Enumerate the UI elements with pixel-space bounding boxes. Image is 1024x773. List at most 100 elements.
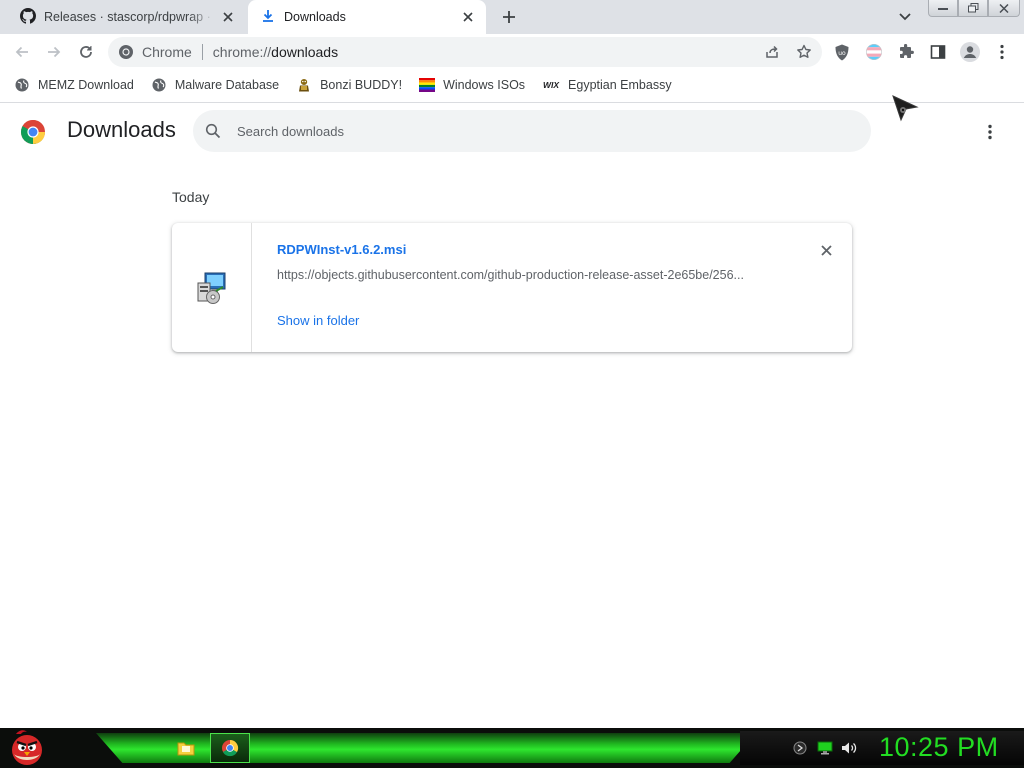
- taskbar: 10:25 PM: [0, 728, 1024, 768]
- url-host: downloads: [271, 44, 339, 60]
- tab-strip: Releases · stascorp/rdpwrap · GitHub Dow…: [0, 0, 1024, 34]
- svg-text:uo: uo: [838, 50, 846, 57]
- arrow-left-icon: [15, 46, 28, 58]
- taskbar-chrome[interactable]: [210, 733, 250, 763]
- bookmark-star-button[interactable]: [792, 40, 816, 64]
- ublock-extension[interactable]: uo: [830, 40, 854, 64]
- bonzi-icon: [296, 77, 312, 93]
- download-item: RDPWInst-v1.6.2.msi https://objects.gith…: [172, 223, 852, 352]
- share-button[interactable]: [760, 40, 784, 64]
- bookmark-label: Malware Database: [174, 78, 280, 92]
- close-tab-icon[interactable]: [454, 3, 482, 31]
- download-file-name-link[interactable]: RDPWInst-v1.6.2.msi: [277, 242, 406, 257]
- start-button[interactable]: [6, 728, 48, 768]
- tab-downloads[interactable]: Downloads: [248, 0, 486, 34]
- plus-icon: [503, 11, 515, 23]
- bookmark-bonzi-buddy[interactable]: Bonzi BUDDY!: [296, 73, 402, 97]
- more-vert-icon: [1000, 44, 1004, 60]
- mouse-cursor: [891, 94, 919, 122]
- download-source-url[interactable]: https://objects.githubusercontent.com/gi…: [277, 268, 773, 282]
- minimize-button[interactable]: [928, 0, 958, 17]
- downloads-header: Downloads: [0, 103, 1024, 159]
- tray-app-icon[interactable]: [790, 738, 810, 758]
- globe-icon: [151, 77, 167, 93]
- file-icon-area[interactable]: [172, 223, 252, 352]
- chrome-menu-button[interactable]: [990, 40, 1014, 64]
- bookmark-label: Windows ISOs: [443, 78, 526, 92]
- back-button[interactable]: [8, 38, 36, 66]
- pride-extension[interactable]: [862, 40, 886, 64]
- chevron-down-icon: [899, 13, 911, 21]
- tab-github-releases[interactable]: Releases · stascorp/rdpwrap · GitHub: [8, 0, 246, 34]
- share-icon: [766, 45, 778, 58]
- bookmark-memz-download[interactable]: MEMZ Download: [14, 73, 134, 97]
- site-label: Chrome: [142, 44, 192, 60]
- bookmarks-bar: MEMZ Download Malware Database Bonzi BUD…: [0, 70, 1024, 100]
- tray-circle-icon: [793, 741, 807, 755]
- close-tab-icon[interactable]: [214, 3, 242, 31]
- taskbar-file-explorer[interactable]: [166, 733, 206, 763]
- bookmark-windows-isos[interactable]: Windows ISOs: [419, 73, 525, 97]
- site-info[interactable]: Chrome: [118, 44, 192, 60]
- network-icon: [817, 741, 833, 755]
- extensions-button[interactable]: [894, 40, 918, 64]
- volume-icon: [842, 742, 857, 754]
- url-text[interactable]: chrome://downloads: [213, 44, 338, 60]
- ublock-shield-icon: uo: [835, 44, 849, 60]
- close-window-button[interactable]: [988, 0, 1020, 17]
- minimize-icon: [938, 8, 948, 10]
- angry-bird-start-icon: [12, 730, 42, 765]
- omnibox-divider: [201, 44, 203, 60]
- reload-button[interactable]: [72, 38, 100, 66]
- bookmark-egyptian-embassy[interactable]: WIX Egyptian Embassy: [542, 73, 672, 97]
- remove-download-button[interactable]: [814, 238, 838, 262]
- browser-toolbar: Chrome chrome://downloads uo: [0, 34, 1024, 70]
- forward-button[interactable]: [40, 38, 68, 66]
- msi-installer-icon: [197, 272, 225, 304]
- file-explorer-icon: [177, 742, 195, 756]
- taskbar-clock[interactable]: 10:25 PM: [879, 732, 999, 763]
- restore-icon: [967, 3, 978, 13]
- chrome-logo-icon: [20, 119, 46, 145]
- show-in-folder-link[interactable]: Show in folder: [277, 313, 359, 328]
- page-title: Downloads: [67, 117, 176, 142]
- windows-flag-icon: [419, 77, 436, 93]
- avatar-icon: [960, 42, 980, 62]
- reload-icon: [80, 46, 92, 58]
- arrow-right-icon: [48, 46, 61, 58]
- window-controls: [928, 0, 1020, 18]
- globe-icon: [14, 77, 30, 93]
- chrome-icon: [119, 45, 133, 59]
- tray-network[interactable]: [815, 738, 835, 758]
- close-icon: [999, 3, 1009, 13]
- download-icon: [260, 8, 276, 27]
- restore-button[interactable]: [958, 0, 988, 17]
- tab-title: Releases · stascorp/rdpwrap · GitHub: [44, 10, 214, 24]
- wix-icon: WIX: [543, 80, 560, 90]
- downloads-menu-button[interactable]: [978, 120, 1002, 144]
- url-scheme: chrome://: [212, 44, 272, 60]
- address-bar[interactable]: Chrome chrome://downloads: [108, 37, 822, 67]
- star-icon: [797, 44, 811, 58]
- bookmark-label: Egyptian Embassy: [568, 78, 672, 92]
- more-vert-icon: [988, 124, 992, 140]
- search-input[interactable]: [237, 123, 837, 139]
- puzzle-icon: [900, 44, 914, 58]
- trans-flag-icon: [866, 44, 882, 60]
- section-date: Today: [172, 189, 210, 205]
- tray-volume[interactable]: [839, 738, 859, 758]
- bookmark-malware-database[interactable]: Malware Database: [151, 73, 279, 97]
- close-icon: [820, 244, 832, 256]
- side-panel-button[interactable]: [926, 40, 950, 64]
- search-icon: [203, 121, 223, 141]
- new-tab-button[interactable]: [495, 4, 523, 30]
- chrome-icon: [222, 739, 239, 757]
- github-icon: [20, 7, 36, 27]
- profile-button[interactable]: [958, 40, 982, 64]
- bookmark-label: MEMZ Download: [38, 78, 134, 92]
- search-downloads-field[interactable]: [193, 110, 871, 152]
- side-panel-icon: [930, 45, 946, 59]
- tab-search-button[interactable]: [893, 6, 917, 28]
- tab-title: Downloads: [284, 10, 346, 24]
- bookmark-label: Bonzi BUDDY!: [320, 78, 403, 92]
